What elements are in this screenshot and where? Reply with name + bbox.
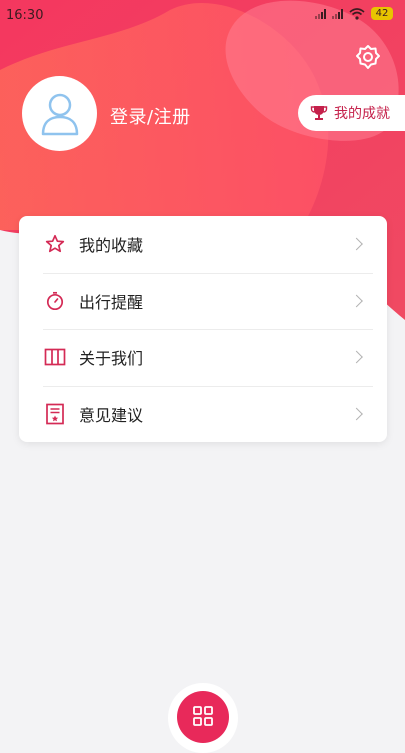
battery-icon: 42 <box>371 7 393 20</box>
status-bar: 16:30 42 <box>0 0 405 32</box>
menu-item-label: 关于我们 <box>79 349 144 369</box>
achievement-button[interactable]: 我的成就 <box>298 95 405 131</box>
menu-card: 我的收藏 出行提醒 关于我们 意见建议 <box>19 216 387 442</box>
feedback-icon <box>43 402 67 426</box>
chevron-right-icon <box>350 294 363 308</box>
menu-item-travel-reminder[interactable]: 出行提醒 <box>19 272 387 330</box>
login-register-link[interactable]: 登录/注册 <box>110 103 191 129</box>
menu-item-favorites[interactable]: 我的收藏 <box>19 216 387 273</box>
center-action-button-inner <box>177 691 229 743</box>
menu-item-label: 出行提醒 <box>79 292 144 312</box>
signal-icon <box>315 8 326 19</box>
stopwatch-icon <box>43 289 67 313</box>
menu-item-about-us[interactable]: 关于我们 <box>19 329 387 386</box>
center-action-button[interactable] <box>168 683 238 753</box>
chevron-right-icon <box>350 407 363 421</box>
menu-item-label: 我的收藏 <box>79 236 144 256</box>
menu-item-feedback[interactable]: 意见建议 <box>19 385 387 443</box>
chevron-right-icon <box>350 237 363 251</box>
signal-icon <box>332 8 343 19</box>
chevron-right-icon <box>350 350 363 364</box>
wifi-icon <box>349 7 365 20</box>
trophy-icon <box>310 106 328 120</box>
status-time: 16:30 <box>6 8 44 23</box>
star-icon <box>43 232 67 256</box>
menu-item-label: 意见建议 <box>79 405 144 425</box>
avatar[interactable] <box>22 76 97 151</box>
achievement-label: 我的成就 <box>334 106 390 122</box>
grid-icon <box>193 706 213 726</box>
gear-icon[interactable] <box>355 44 381 70</box>
status-icons: 42 <box>315 7 393 20</box>
book-icon <box>43 345 67 369</box>
user-icon <box>41 93 78 135</box>
